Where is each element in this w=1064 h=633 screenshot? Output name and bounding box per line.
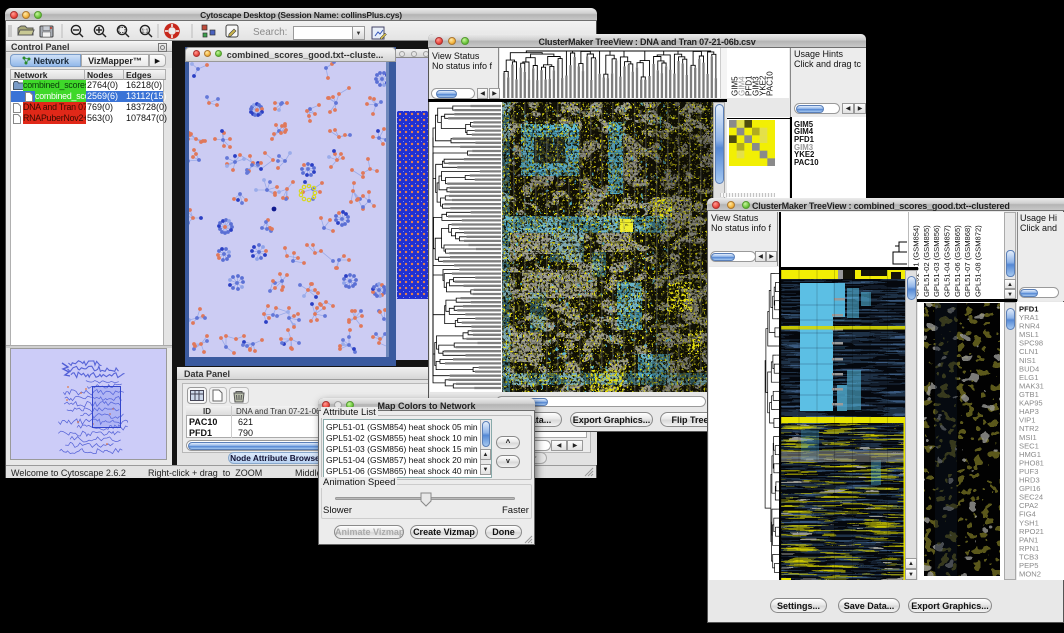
svg-text:GPL51-04 (GSM857): GPL51-04 (GSM857)	[943, 225, 952, 297]
svg-text:1:1: 1:1	[142, 29, 149, 35]
svg-text:GPL51-08 (GSM872): GPL51-08 (GSM872)	[974, 225, 983, 297]
svg-text:PAC10: PAC10	[766, 71, 775, 96]
svg-text:GPL51-06 (GSM865): GPL51-06 (GSM865)	[953, 225, 962, 297]
svg-text:MON2: MON2	[1019, 570, 1041, 579]
svg-text:GPL51-07 (GSM868): GPL51-07 (GSM868)	[963, 225, 972, 297]
svg-text:GPL51-02 (GSM855): GPL51-02 (GSM855)	[922, 225, 931, 297]
svg-text:GPL51-03 (GSM856): GPL51-03 (GSM856)	[932, 225, 941, 297]
